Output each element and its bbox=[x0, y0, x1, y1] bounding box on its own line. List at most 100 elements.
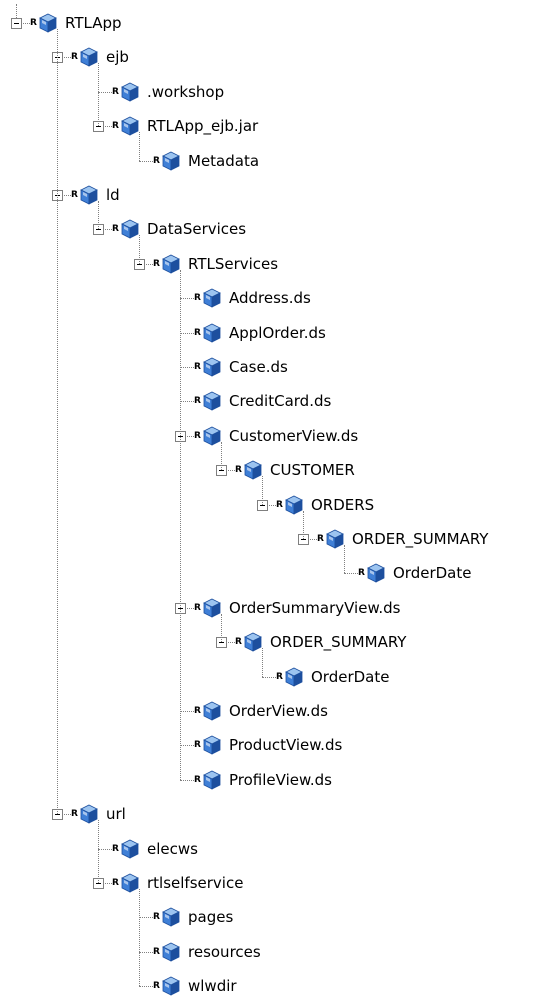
cube-icon bbox=[244, 632, 262, 652]
tree-node[interactable]: R ProfileView.ds bbox=[194, 766, 333, 794]
tree-guide-line bbox=[98, 201, 99, 229]
tree-node[interactable]: R OrderView.ds bbox=[194, 697, 329, 725]
tree-node[interactable]: R ApplOrder.ds bbox=[194, 319, 327, 347]
tree-node-label: rtlselfservice bbox=[147, 874, 244, 892]
cube-icon bbox=[162, 151, 180, 171]
tree-node[interactable]: R DataServices bbox=[112, 215, 247, 243]
tree-node-label: url bbox=[106, 805, 126, 823]
tree-node-label: RTLServices bbox=[188, 255, 279, 273]
r-badge: R bbox=[153, 258, 160, 269]
tree-node-label: resources bbox=[188, 943, 261, 961]
tree-node[interactable]: R OrderDate bbox=[358, 559, 472, 587]
tree-node-label: ProductView.ds bbox=[229, 736, 343, 754]
tree-guide-line bbox=[139, 235, 140, 264]
tree-node[interactable]: Rld bbox=[71, 181, 121, 209]
tree-node[interactable]: R ORDER_SUMMARY bbox=[317, 525, 489, 553]
tree-guide-line bbox=[262, 648, 263, 677]
tree-node[interactable]: Rwlwdir bbox=[153, 972, 238, 1000]
cube-icon bbox=[203, 357, 221, 377]
tree-node[interactable]: R .workshop bbox=[112, 78, 225, 106]
tree-connector-line bbox=[180, 711, 194, 712]
cube-icon bbox=[203, 426, 221, 446]
cube-icon bbox=[203, 391, 221, 411]
r-badge: R bbox=[194, 292, 201, 303]
tree-node-label: Metadata bbox=[188, 152, 260, 170]
r-badge: R bbox=[153, 155, 160, 166]
tree-node[interactable]: R CUSTOMER bbox=[235, 456, 356, 484]
cube-icon bbox=[203, 735, 221, 755]
tree-node[interactable]: R Metadata bbox=[153, 147, 260, 175]
tree-node[interactable]: Rresources bbox=[153, 938, 262, 966]
tree-connector-line bbox=[344, 573, 358, 574]
tree-node[interactable]: R ORDERS bbox=[276, 491, 375, 519]
tree-node-label: DataServices bbox=[147, 220, 247, 238]
cube-icon bbox=[121, 839, 139, 859]
r-badge: R bbox=[71, 51, 78, 62]
tree-node-label: CUSTOMER bbox=[270, 461, 355, 479]
r-badge: R bbox=[153, 911, 160, 922]
r-badge: R bbox=[235, 636, 242, 647]
tree-connector-line bbox=[139, 986, 153, 987]
r-badge: R bbox=[153, 980, 160, 991]
collapse-toggle[interactable] bbox=[11, 18, 22, 29]
tree-connector-line bbox=[180, 401, 194, 402]
tree-node-label: OrderDate bbox=[393, 564, 472, 582]
tree-node[interactable]: R OrderDate bbox=[276, 663, 390, 691]
tree-node-label: ApplOrder.ds bbox=[229, 324, 326, 342]
tree-node[interactable]: R RTLServices bbox=[153, 250, 279, 278]
tree-node-label: elecws bbox=[147, 840, 198, 858]
tree-connector-line bbox=[180, 298, 194, 299]
tree-node[interactable]: R CreditCard.ds bbox=[194, 387, 332, 415]
tree-node[interactable]: Rpages bbox=[153, 903, 234, 931]
r-badge: R bbox=[153, 946, 160, 957]
r-badge: R bbox=[358, 567, 365, 578]
tree-node[interactable]: R Address.ds bbox=[194, 284, 312, 312]
tree-node[interactable]: R RTLApp_ejb.jar bbox=[112, 112, 259, 140]
cube-icon bbox=[203, 323, 221, 343]
tree-guide-line bbox=[98, 820, 99, 883]
r-badge: R bbox=[112, 843, 119, 854]
cube-icon bbox=[285, 667, 303, 687]
cube-icon bbox=[203, 770, 221, 790]
cube-icon bbox=[367, 563, 385, 583]
r-badge: R bbox=[194, 774, 201, 785]
tree-node[interactable]: Rrtlselfservice bbox=[112, 869, 244, 897]
tree-guide-line bbox=[262, 476, 263, 505]
r-badge: R bbox=[112, 877, 119, 888]
tree-node[interactable]: R RTLApp bbox=[30, 9, 123, 37]
tree-node-label: CreditCard.ds bbox=[229, 392, 332, 410]
tree-node-label: ProfileView.ds bbox=[229, 771, 332, 789]
tree-connector-line bbox=[262, 677, 276, 678]
tree-node[interactable]: Relecws bbox=[112, 835, 199, 863]
r-badge: R bbox=[317, 533, 324, 544]
tree-guide-line bbox=[344, 545, 345, 573]
tree-node-label: ORDER_SUMMARY bbox=[270, 633, 407, 651]
cube-icon bbox=[39, 13, 57, 33]
r-badge: R bbox=[276, 671, 283, 682]
r-badge: R bbox=[194, 602, 201, 613]
tree-node-label: ORDER_SUMMARY bbox=[352, 530, 489, 548]
tree-node-label: Case.ds bbox=[229, 358, 288, 376]
tree-guide-line bbox=[221, 614, 222, 642]
r-badge: R bbox=[194, 395, 201, 406]
r-badge: R bbox=[71, 189, 78, 200]
tree-connector-line bbox=[180, 333, 194, 334]
tree-node[interactable]: R ORDER_SUMMARY bbox=[235, 628, 407, 656]
tree-node[interactable]: Rejb bbox=[71, 43, 130, 71]
tree-node-label: pages bbox=[188, 908, 234, 926]
tree-view[interactable]: R RTLApp Rejb R .workshop R RTLApp_ejb.jar R Met… bbox=[0, 0, 560, 1003]
r-badge: R bbox=[194, 327, 201, 338]
tree-node-label: ld bbox=[106, 186, 120, 204]
tree-connector-line bbox=[180, 745, 194, 746]
cube-icon bbox=[121, 219, 139, 239]
cube-icon bbox=[121, 116, 139, 136]
tree-guide-line bbox=[57, 29, 58, 814]
tree-node-label: .workshop bbox=[147, 83, 225, 101]
cube-icon bbox=[162, 976, 180, 996]
tree-node[interactable]: R ProductView.ds bbox=[194, 731, 343, 759]
tree-node[interactable]: R CustomerView.ds bbox=[194, 422, 359, 450]
tree-node[interactable]: R Case.ds bbox=[194, 353, 289, 381]
tree-node[interactable]: R OrderSummaryView.ds bbox=[194, 594, 401, 622]
tree-node-label: RTLApp bbox=[65, 14, 122, 32]
tree-node-label: OrderDate bbox=[311, 668, 390, 686]
